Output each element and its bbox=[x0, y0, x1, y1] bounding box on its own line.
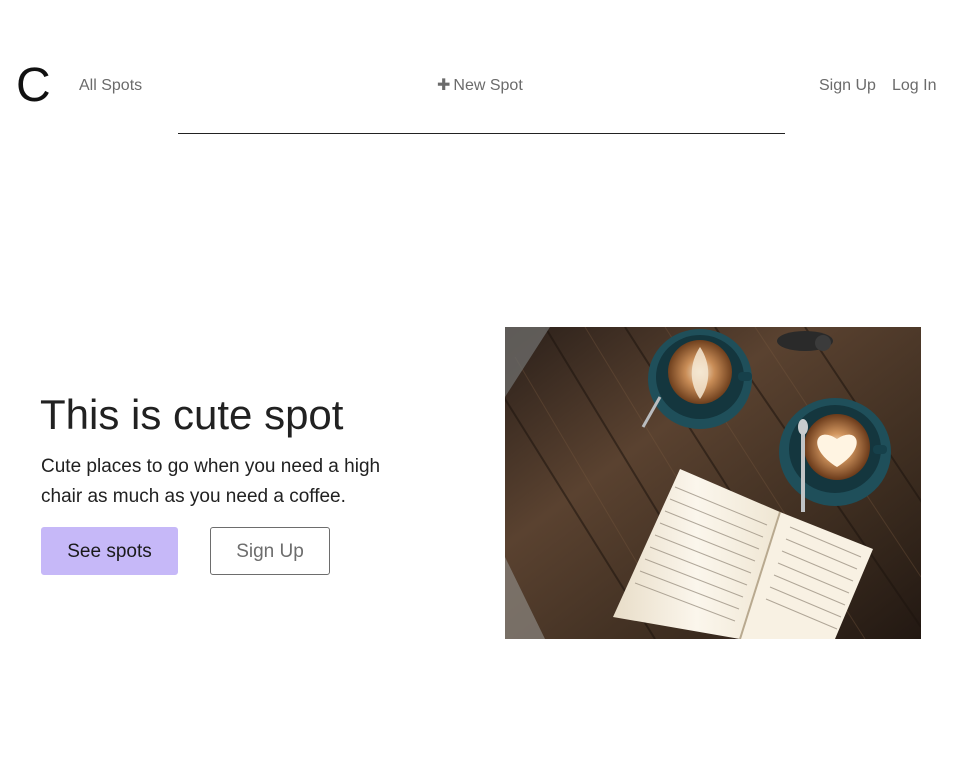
plus-icon: ✚ bbox=[437, 77, 451, 94]
see-spots-button[interactable]: See spots bbox=[41, 527, 178, 575]
nav-link-all-spots[interactable]: All Spots bbox=[79, 76, 142, 96]
logo[interactable]: C bbox=[16, 58, 51, 114]
hero-lead: Cute places to go when you need a high c… bbox=[41, 456, 381, 507]
nav-link-new-spot-label: New Spot bbox=[453, 77, 523, 94]
coffee-and-book-photo bbox=[505, 327, 921, 639]
hero-sign-up-button[interactable]: Sign Up bbox=[210, 527, 330, 575]
nav-link-new-spot[interactable]: ✚ New Spot bbox=[437, 76, 523, 96]
hero-title: This is cute spot bbox=[40, 391, 344, 438]
navbar: C All Spots ✚ New Spot Sign Up Log In bbox=[0, 0, 953, 135]
nav-divider bbox=[178, 133, 785, 134]
nav-link-sign-up[interactable]: Sign Up bbox=[819, 76, 876, 96]
nav-link-log-in[interactable]: Log In bbox=[892, 76, 936, 96]
